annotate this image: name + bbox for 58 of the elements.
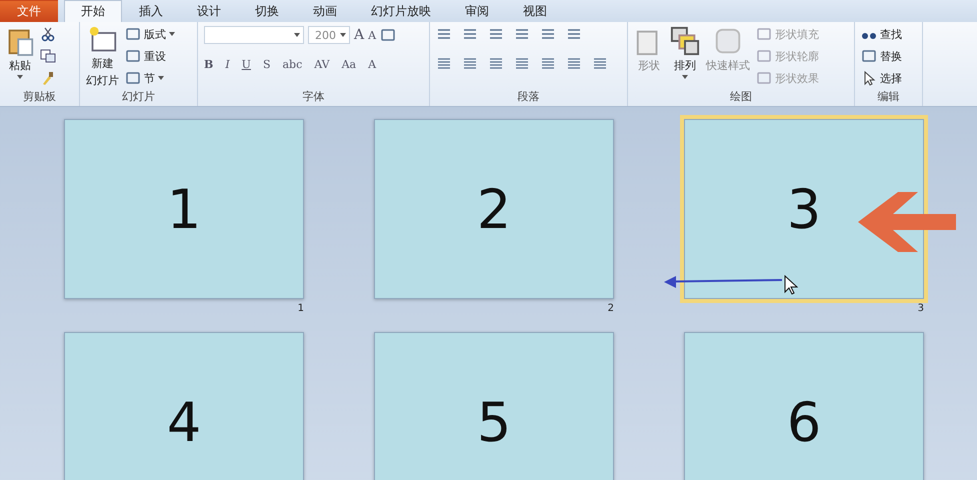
arrange-button[interactable]: 排列: [670, 26, 700, 88]
paste-button[interactable]: 粘贴: [6, 26, 34, 88]
arrow-icon: [858, 192, 958, 252]
ribbon-tab[interactable]: 幻灯片放映: [354, 0, 448, 22]
slide-thumbnail[interactable]: 1: [64, 119, 304, 299]
caret-icon: [294, 33, 300, 37]
arrange-icon[interactable]: [670, 26, 700, 56]
format-button[interactable]: U: [242, 58, 251, 71]
section-button[interactable]: 节: [125, 70, 164, 86]
scissors-icon[interactable]: [40, 26, 56, 42]
format-button[interactable]: A: [368, 58, 376, 71]
find-button[interactable]: 查找: [861, 26, 902, 42]
group-label: 段落: [516, 89, 540, 105]
caret-icon: [340, 33, 346, 37]
select-button[interactable]: 选择: [861, 70, 902, 86]
reset-button[interactable]: 重设: [125, 48, 166, 64]
layout-button[interactable]: 版式: [125, 26, 175, 42]
ribbon-tab[interactable]: 动画: [296, 0, 354, 22]
ribbon-tab[interactable]: 插入: [122, 0, 180, 22]
replace-button[interactable]: 替换: [861, 48, 902, 64]
arrow-icon: [664, 274, 782, 288]
format-button[interactable]: B: [204, 58, 214, 71]
format-button[interactable]: abc: [282, 58, 302, 71]
slide-thumbnail[interactable]: 6: [684, 332, 924, 480]
slide-number: 1: [298, 303, 304, 314]
group-label: 字体: [302, 89, 326, 105]
group-label: 绘图: [729, 89, 753, 105]
new-slide-button[interactable]: 新建 幻灯片: [86, 26, 119, 88]
slide-number: 2: [608, 303, 614, 314]
file-menu-tab[interactable]: 文件: [0, 0, 58, 22]
format-button[interactable]: AV: [314, 58, 330, 71]
ribbon-tab[interactable]: 审阅: [448, 0, 506, 22]
ribbon-tab[interactable]: 设计: [180, 0, 238, 22]
format-button[interactable]: S: [262, 58, 270, 71]
format-button[interactable]: I: [225, 58, 230, 71]
ribbon-tab[interactable]: 开始: [64, 0, 122, 22]
group-label: 编辑: [876, 89, 900, 105]
caret-icon: [17, 75, 23, 79]
group-label: 剪贴板: [22, 89, 57, 105]
slide-thumbnail[interactable]: 4: [64, 332, 304, 480]
slide-thumbnail[interactable]: 2: [374, 119, 614, 299]
font-size-field[interactable]: 200: [308, 26, 350, 44]
slide-number: 3: [918, 303, 924, 314]
copy-icon[interactable]: [40, 48, 56, 64]
cursor-icon: [784, 275, 798, 295]
caret-icon: [169, 32, 175, 36]
caret-icon: [158, 76, 164, 80]
shrink-font-button[interactable]: A: [368, 28, 376, 42]
slide-thumbnail[interactable]: 5: [374, 332, 614, 480]
ribbon-tab[interactable]: 视图: [506, 0, 564, 22]
group-label: 幻灯片: [121, 89, 156, 105]
font-name-field[interactable]: [204, 26, 304, 44]
brush-icon[interactable]: [40, 70, 56, 86]
grow-font-button[interactable]: A: [354, 27, 364, 43]
ribbon-tab[interactable]: 切换: [238, 0, 296, 22]
format-button[interactable]: Aa: [342, 58, 356, 71]
new-slide-icon[interactable]: [88, 26, 118, 54]
caret-icon: [682, 75, 688, 79]
